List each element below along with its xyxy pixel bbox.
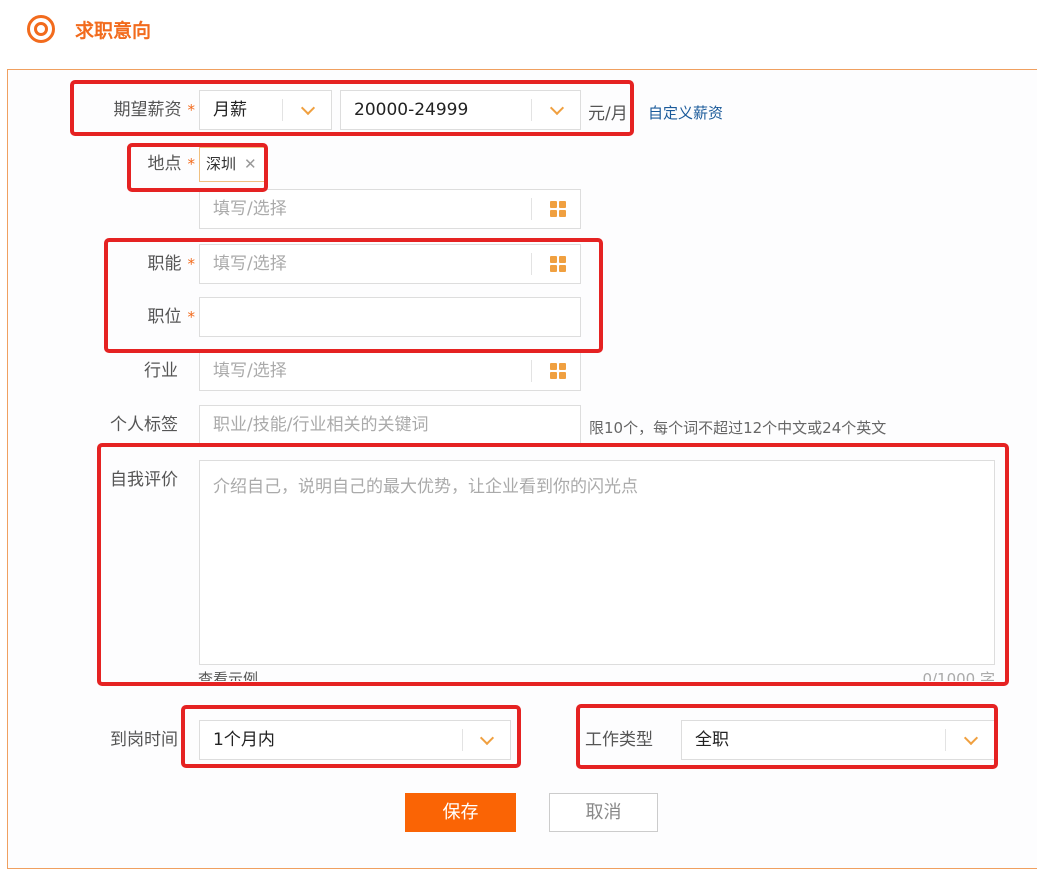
highlight-self-eval [97, 443, 1009, 686]
tags-hint: 限10个，每个词不超过12个中文或24个英文 [589, 417, 886, 438]
section-title: 求职意向 [75, 16, 151, 43]
highlight-salary [70, 80, 634, 136]
grid-icon[interactable] [550, 201, 566, 217]
cancel-button[interactable]: 取消 [549, 793, 658, 832]
tags-input[interactable]: 职业/技能/行业相关的关键词 [199, 405, 581, 445]
grid-icon[interactable] [550, 363, 566, 379]
custom-salary-link[interactable]: 自定义薪资 [648, 102, 723, 123]
save-button[interactable]: 保存 [405, 793, 516, 832]
location-input[interactable]: 填写/选择 [199, 189, 581, 229]
tags-label: 个人标签 [80, 405, 178, 445]
industry-label: 行业 [80, 351, 178, 391]
highlight-location [127, 143, 268, 192]
highlight-job-type [576, 704, 998, 769]
highlight-function-position [104, 238, 603, 353]
industry-input[interactable]: 填写/选择 [199, 351, 581, 391]
target-icon [27, 15, 55, 43]
arrival-label: 到岗时间 [80, 720, 178, 760]
highlight-arrival [181, 705, 521, 768]
